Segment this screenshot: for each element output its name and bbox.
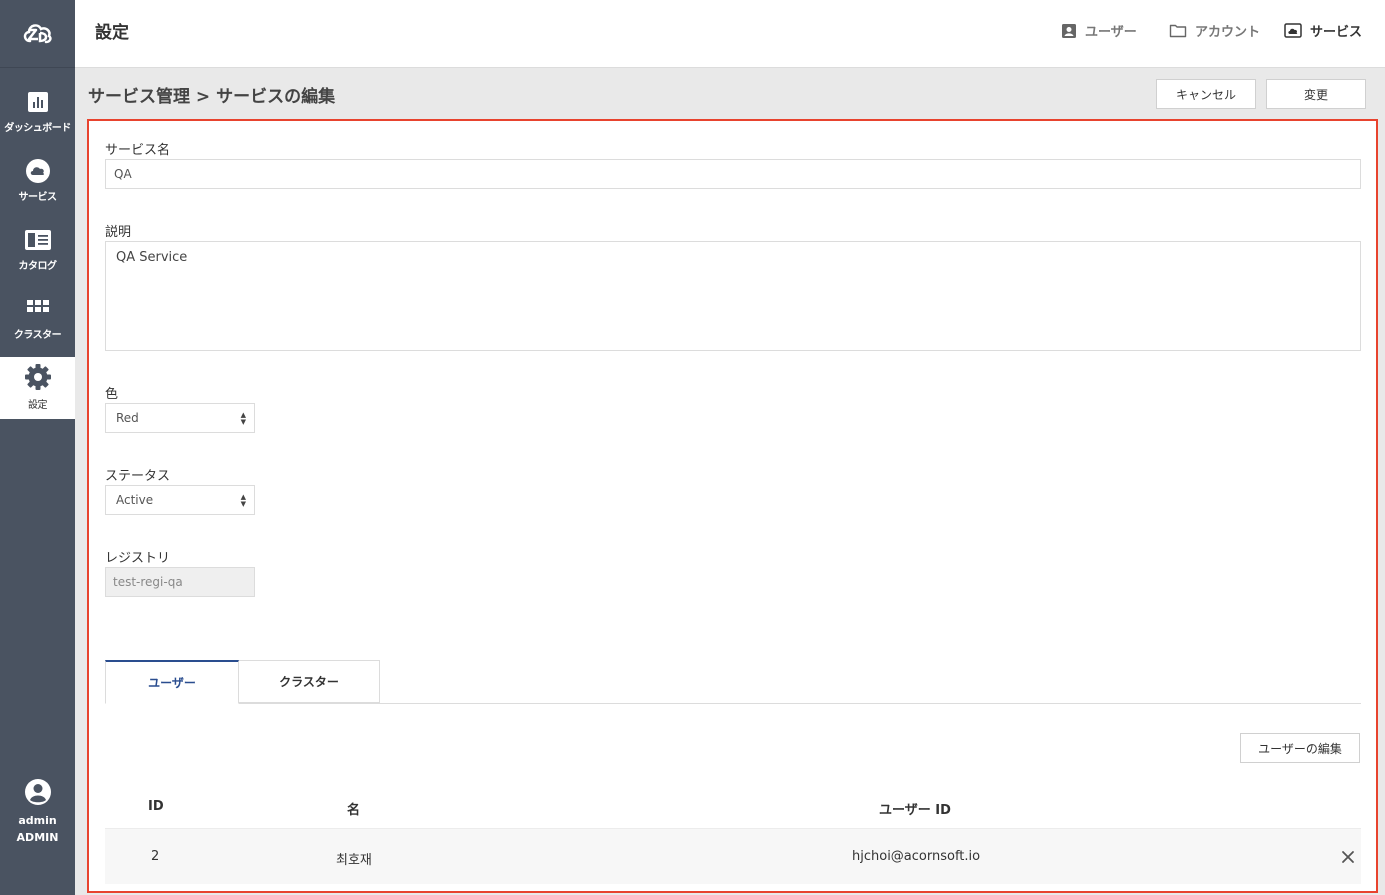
tab-users[interactable]: ユーザー: [105, 660, 239, 704]
user-role: ADMIN: [16, 831, 59, 844]
sidebar-item-dashboard[interactable]: ダッシュボード: [0, 78, 75, 147]
header-nav-label: ユーザー: [1085, 25, 1137, 40]
cloud-icon: [25, 159, 50, 183]
user-name: admin: [18, 814, 57, 827]
catalog-icon: [24, 230, 51, 250]
sidebar-item-settings[interactable]: 設定: [0, 357, 75, 419]
column-header-user-id: ユーザー ID: [879, 803, 951, 818]
header-nav-account[interactable]: アカウント: [1169, 21, 1260, 40]
tab-bar: ユーザー クラスター: [105, 660, 1361, 704]
status-select-value: Active: [116, 493, 154, 507]
description-label: 説明: [105, 225, 132, 240]
sidebar-item-catalog[interactable]: カタログ: [0, 216, 75, 285]
sidebar-item-service[interactable]: サービス: [0, 147, 75, 216]
header-nav-label: アカウント: [1195, 25, 1261, 40]
status-label: ステータス: [105, 469, 171, 484]
cell-id: 2: [151, 849, 160, 864]
app-logo[interactable]: [0, 0, 75, 68]
remove-user-icon[interactable]: [1341, 850, 1355, 864]
color-label: 色: [105, 387, 119, 402]
table-row: 2 최호재 hjchoi@acornsoft.io: [105, 828, 1361, 884]
service-name-label: サービス名: [105, 143, 171, 158]
dashboard-icon: [27, 92, 48, 112]
registry-field: test-regi-qa: [105, 567, 255, 597]
cloud-box-icon: [1284, 23, 1302, 38]
page-title: 設定: [95, 23, 129, 43]
header-nav-label: サービス: [1310, 25, 1363, 40]
select-arrows-icon: ▲ ▼: [240, 411, 246, 426]
column-header-id: ID: [148, 799, 164, 814]
folder-icon: [1169, 24, 1187, 38]
color-select-value: Red: [116, 411, 139, 425]
sidebar-item-label: ダッシュボード: [4, 123, 71, 134]
edit-users-button[interactable]: ユーザーの編集: [1240, 733, 1360, 763]
top-header: 設定 ユーザー アカウント サービス: [75, 0, 1385, 68]
sidebar-item-label: カタログ: [18, 261, 58, 272]
cell-user-id: hjchoi@acornsoft.io: [852, 849, 981, 864]
select-arrows-icon: ▲ ▼: [240, 493, 246, 508]
gear-icon: [24, 364, 51, 390]
logo-cloud-icon: [23, 23, 52, 43]
breadcrumb: サービス管理 > サービスの編集: [88, 87, 336, 107]
cancel-button[interactable]: キャンセル: [1156, 79, 1256, 109]
sidebar-item-label: サービス: [18, 192, 58, 203]
registry-label: レジストリ: [105, 551, 171, 566]
service-edit-panel: サービス名 QA 説明 QA Service 色 Red ▲ ▼ ステータス Ac…: [87, 119, 1378, 893]
sidebar: ダッシュボード サービス カタログ クラスター 設定 admin ADMIN: [0, 0, 75, 895]
user-profile[interactable]: admin ADMIN: [0, 778, 75, 858]
cell-name: 최호재: [336, 853, 372, 868]
sidebar-item-label: クラスター: [13, 330, 62, 341]
description-textarea[interactable]: QA Service: [105, 241, 1361, 351]
sidebar-item-label: 設定: [28, 400, 48, 411]
service-name-input[interactable]: QA: [105, 159, 1361, 189]
status-select[interactable]: Active ▲ ▼: [105, 485, 255, 515]
color-select[interactable]: Red ▲ ▼: [105, 403, 255, 433]
submit-change-button[interactable]: 変更: [1266, 79, 1366, 109]
avatar-icon: [24, 779, 51, 805]
header-nav-user[interactable]: ユーザー: [1061, 21, 1137, 40]
tab-clusters[interactable]: クラスター: [239, 660, 380, 703]
sidebar-item-cluster[interactable]: クラスター: [0, 285, 75, 354]
grid-icon: [26, 300, 49, 312]
header-nav-service[interactable]: サービス: [1284, 21, 1362, 40]
user-card-icon: [1062, 23, 1076, 38]
column-header-name: 名: [347, 803, 361, 818]
